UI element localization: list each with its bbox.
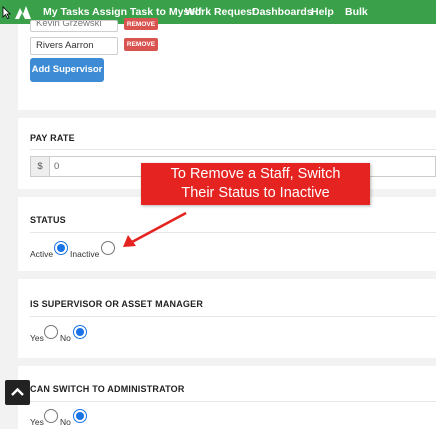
callout-line: Their Status to Inactive [181, 185, 330, 201]
app-logo-icon[interactable] [14, 4, 32, 20]
status-active-label: Active [30, 249, 54, 259]
section-separator [18, 271, 436, 279]
nav-my-tasks[interactable]: My Tasks [43, 6, 90, 18]
section-divider [30, 232, 436, 233]
supervisor-yes-radio[interactable] [44, 325, 58, 339]
chevron-up-icon [11, 387, 24, 396]
section-divider [30, 401, 436, 402]
section-separator [18, 110, 436, 118]
supervisor-no-radio[interactable] [73, 325, 87, 339]
supervisor-or-asset-title: IS SUPERVISOR OR ASSET MANAGER [30, 299, 204, 309]
nav-help[interactable]: Help [311, 6, 334, 18]
supervisor-field[interactable]: Kevin Grzewski [30, 20, 118, 32]
remove-supervisor-button[interactable]: REMOVE [124, 18, 158, 30]
admin-no-radio[interactable] [73, 409, 87, 423]
section-separator [18, 358, 436, 366]
staff-edit-panel [18, 24, 436, 429]
status-title: STATUS [30, 215, 66, 225]
currency-addon: $ [30, 156, 49, 177]
section-divider [30, 149, 436, 150]
status-inactive-label: Inactive [70, 249, 100, 259]
supervisor-no-label: No [60, 333, 71, 343]
supervisor-yes-label: Yes [30, 333, 44, 343]
status-inactive-radio[interactable] [101, 241, 115, 255]
admin-yes-label: Yes [30, 417, 44, 427]
supervisor-field[interactable]: Rivers Aarron [30, 37, 118, 55]
status-active-radio[interactable] [54, 241, 68, 255]
remove-supervisor-button[interactable]: REMOVE [124, 38, 158, 51]
left-gutter [0, 24, 18, 429]
switch-admin-title: CAN SWITCH TO ADMINISTRATOR [30, 384, 185, 394]
nav-work-request[interactable]: Work Request [185, 6, 255, 18]
section-divider [30, 316, 436, 317]
nav-dashboards[interactable]: Dashboards [252, 6, 313, 18]
mouse-cursor-icon [2, 6, 11, 19]
admin-no-label: No [60, 417, 71, 427]
callout-line: To Remove a Staff, Switch [170, 166, 341, 182]
nav-bulk[interactable]: Bulk [345, 6, 368, 18]
scroll-to-top-button[interactable] [5, 380, 30, 405]
pay-rate-title: PAY RATE [30, 133, 75, 143]
admin-yes-radio[interactable] [44, 409, 58, 423]
add-supervisor-button[interactable]: Add Supervisor [30, 58, 104, 82]
annotation-callout: To Remove a Staff, Switch Their Status t… [141, 163, 370, 205]
